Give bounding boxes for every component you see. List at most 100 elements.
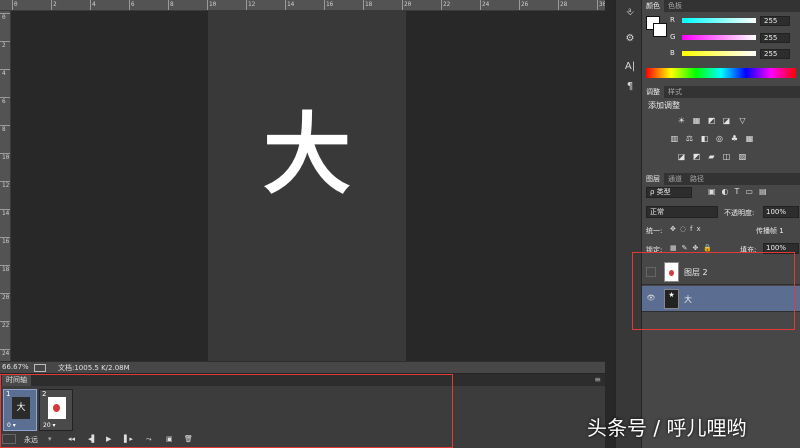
threshold-icon[interactable]: ▰ (706, 152, 717, 162)
ruler-label: 0 (2, 14, 6, 21)
history-icon[interactable]: ⎀ (622, 6, 638, 20)
ruler-tick (324, 0, 325, 10)
black-white-icon[interactable]: ◧ (699, 134, 710, 144)
ruler-left: 0 2 4 6 8 10 12 14 16 18 20 22 24 (0, 11, 11, 361)
ruler-tick (207, 0, 208, 10)
tab-channels[interactable]: 通道 (664, 173, 686, 185)
channel-mixer-icon[interactable]: ♣ (729, 134, 740, 144)
character-icon[interactable]: A| (622, 60, 638, 74)
ruler-label: 18 (2, 266, 10, 273)
ruler-label: 6 (131, 1, 135, 8)
tab-styles[interactable]: 样式 (664, 86, 686, 98)
tab-swatches[interactable]: 色板 (664, 0, 686, 12)
ruler-label: 10 (209, 1, 217, 8)
tab-color[interactable]: 颜色 (642, 0, 664, 12)
channel-b-slider[interactable] (682, 51, 756, 56)
ruler-label: 0 (14, 1, 18, 8)
channel-b-value[interactable]: 255 (760, 49, 790, 59)
ruler-tick (402, 0, 403, 10)
blend-mode-select[interactable]: 正常 (646, 206, 718, 218)
highlight-box-timeline (0, 374, 453, 448)
zoom-level[interactable]: 66.67% (2, 363, 29, 371)
gradient-map-icon[interactable]: ◫ (721, 152, 732, 162)
ruler-label: 8 (2, 126, 6, 133)
propagate-label[interactable]: 传播帧 1 (756, 226, 784, 236)
ruler-label: 12 (248, 1, 256, 8)
channel-r-value[interactable]: 255 (760, 16, 790, 26)
properties-icon[interactable]: ⚙ (622, 32, 638, 46)
layer-filter-select[interactable]: ρ 类型 (646, 187, 692, 198)
panel-dock: ⎀ ⚙ A| ¶ (615, 0, 642, 448)
ruler-label: 26 (521, 1, 529, 8)
color-panel-tabs: 颜色 色板 (642, 0, 800, 12)
ruler-label: 16 (326, 1, 334, 8)
lock-icons[interactable]: ▦✎✥🔒 (670, 244, 717, 252)
doc-info: 文档:1005.5 K/2.08M (58, 364, 130, 372)
channel-g-label: G (670, 33, 676, 41)
ruler-label: 14 (287, 1, 295, 8)
opacity-value[interactable]: 100% (763, 206, 799, 218)
tab-paths[interactable]: 路径 (686, 173, 708, 185)
status-bar: 66.67% 文档:1005.5 K/2.08M (0, 361, 605, 373)
vibrance-icon[interactable]: ▽ (737, 116, 748, 126)
adjust-title: 添加调整 (648, 101, 680, 110)
ruler-tick (597, 0, 598, 10)
posterize-icon[interactable]: ◩ (691, 152, 702, 162)
canvas-text: 大 (262, 103, 351, 206)
ruler-label: 2 (53, 1, 57, 8)
ruler-label: 10 (2, 154, 10, 161)
selective-color-icon[interactable]: ▨ (737, 152, 748, 162)
exposure-icon[interactable]: ◪ (721, 116, 732, 126)
channel-r-slider[interactable] (682, 18, 756, 23)
ruler-tick (12, 0, 13, 10)
ruler-tick (285, 0, 286, 10)
ruler-tick (441, 0, 442, 10)
ruler-tick (558, 0, 559, 10)
color-lookup-icon[interactable]: ▦ (744, 134, 755, 144)
ruler-tick (519, 0, 520, 10)
channel-r-label: R (670, 16, 675, 24)
tab-adjustments[interactable]: 调整 (642, 86, 664, 98)
ruler-tick (363, 0, 364, 10)
brightness-icon[interactable]: ☀ (676, 116, 687, 126)
channel-g-slider[interactable] (682, 35, 756, 40)
ruler-label: 30 (599, 1, 605, 8)
highlight-box-layers (632, 252, 795, 330)
right-panels: 颜色 色板 R 255 G 255 B 255 调整 样式 添加调整 ☀ ▦ ◩ ◪… (642, 0, 800, 448)
ruler-label: 6 (2, 98, 6, 105)
paragraph-icon[interactable]: ¶ (622, 80, 638, 94)
ruler-label: 8 (170, 1, 174, 8)
ruler-tick (129, 0, 130, 10)
ruler-tick (90, 0, 91, 10)
ruler-label: 20 (404, 1, 412, 8)
hue-icon[interactable]: ▥ (669, 134, 680, 144)
ruler-tick (51, 0, 52, 10)
ruler-label: 22 (2, 322, 10, 329)
channel-g-value[interactable]: 255 (760, 33, 790, 43)
ruler-label: 4 (2, 70, 6, 77)
tab-layers[interactable]: 图层 (642, 173, 664, 185)
photo-filter-icon[interactable]: ◎ (714, 134, 725, 144)
ruler-top: 024681012141618202224262830 (0, 0, 605, 11)
ruler-tick (480, 0, 481, 10)
ruler-label: 16 (2, 238, 10, 245)
background-color[interactable] (653, 23, 667, 37)
invert-icon[interactable]: ◪ (676, 152, 687, 162)
layers-panel-tabs: 图层 通道 路径 (642, 173, 800, 185)
filter-icons[interactable]: ▣◐T▭▤ (708, 187, 794, 198)
status-icon[interactable] (34, 364, 46, 372)
ruler-label: 18 (365, 1, 373, 8)
color-spectrum[interactable] (646, 68, 796, 78)
document-canvas[interactable]: 大 (208, 11, 406, 361)
color-balance-icon[interactable]: ⚖ (684, 134, 695, 144)
ruler-label: 24 (2, 350, 10, 357)
levels-icon[interactable]: ▦ (691, 116, 702, 126)
unify-icons[interactable]: ✥◌fx (670, 225, 705, 233)
ruler-label: 24 (482, 1, 490, 8)
channel-b-label: B (670, 49, 675, 57)
curves-icon[interactable]: ◩ (706, 116, 717, 126)
panel-menu-icon[interactable]: ≡ (594, 375, 601, 384)
unify-label: 统一: (646, 227, 663, 235)
ruler-tick (168, 0, 169, 10)
ruler-label: 14 (2, 210, 10, 217)
